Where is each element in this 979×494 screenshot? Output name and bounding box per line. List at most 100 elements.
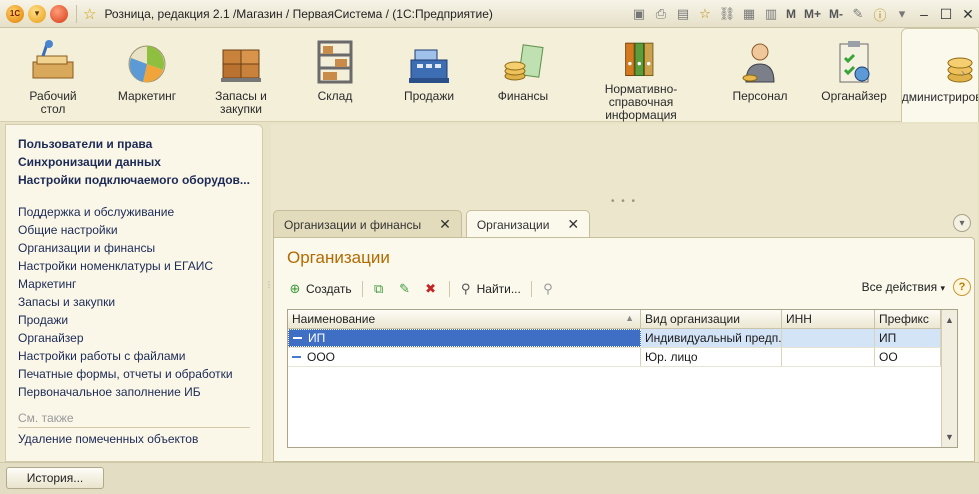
scroll-up-icon[interactable]: ▲ <box>942 312 957 328</box>
calculator-icon[interactable]: ▦ <box>739 4 759 24</box>
window-title: Розница, редакция 2.1 /Магазин / ПерваяС… <box>104 6 493 21</box>
close-icon[interactable]: ✕ <box>439 216 451 233</box>
organizations-table[interactable]: Наименование ▲ Вид организации ИНН Префи… <box>287 309 958 448</box>
save-icon[interactable]: ▣ <box>629 4 649 24</box>
print-icon[interactable]: ⎙ <box>651 4 671 24</box>
pie-chart-icon <box>128 45 166 83</box>
copy-button[interactable]: ⧉ <box>371 281 387 297</box>
minimize-button[interactable]: – <box>913 4 935 24</box>
calendar-icon[interactable]: ▥ <box>761 4 781 24</box>
person-icon <box>742 43 775 83</box>
column-header-name[interactable]: Наименование ▲ <box>288 310 641 328</box>
nav-item-equipment[interactable]: Настройки подключаемого оборудов... <box>18 171 250 189</box>
nav-item-marketing[interactable]: Маркетинг <box>18 275 250 293</box>
section-label: Персонал <box>732 89 788 103</box>
section-marketing[interactable]: Маркетинг <box>112 28 182 122</box>
section-label: Продажи <box>403 89 455 103</box>
table-row[interactable]: ИП Индивидуальный предп... ИП <box>288 329 957 348</box>
main-area: • • • Организации и финансы ✕ Организаци… <box>271 124 977 462</box>
desk-icon <box>32 40 74 79</box>
cancel-search-icon: ⚲ <box>543 281 553 296</box>
edit-button[interactable]: ✎ <box>397 281 413 297</box>
main-menu-icon[interactable]: ▾ <box>28 4 46 23</box>
section-inventory[interactable]: Запасы и закупки <box>205 28 277 122</box>
nav-item-files[interactable]: Настройки работы с файлами <box>18 347 250 365</box>
nav-item-nomenclature[interactable]: Настройки номенклатуры и ЕГАИС <box>18 257 250 275</box>
all-actions-menu[interactable]: Все действия ▾ <box>862 280 945 294</box>
info-icon[interactable]: ⓘ <box>870 4 890 24</box>
separator <box>530 281 532 297</box>
table-row[interactable]: ООО Юр. лицо ОО <box>288 348 957 367</box>
nav-item-general-settings[interactable]: Общие настройки <box>18 221 250 239</box>
memory-plus-button[interactable]: M+ <box>804 7 821 21</box>
record-icon[interactable] <box>50 4 68 23</box>
vertical-scrollbar[interactable]: ▲ ▼ <box>941 310 957 447</box>
panel-splitter[interactable]: ⋮ <box>265 280 273 289</box>
add-favorite-icon[interactable]: ☆ <box>695 4 715 24</box>
nav-item-support[interactable]: Поддержка и обслуживание <box>18 203 250 221</box>
create-button[interactable]: ⊕ Создать <box>287 281 352 297</box>
maximize-button[interactable]: ☐ <box>935 4 957 24</box>
find-button[interactable]: ⚲ Найти... <box>458 281 521 297</box>
memory-m-button[interactable]: M <box>786 7 796 21</box>
tools-icon[interactable]: ✎ <box>848 4 868 24</box>
tab-label: Организации и финансы <box>284 217 422 232</box>
section-label: Маркетинг <box>117 89 177 103</box>
nav-item-data-sync[interactable]: Синхронизации данных <box>18 153 250 171</box>
find-label: Найти... <box>476 282 521 296</box>
nav-item-orgs-finance[interactable]: Организации и финансы <box>18 239 250 257</box>
cell-name: ИП <box>288 329 641 347</box>
close-button[interactable]: ✕ <box>957 4 979 24</box>
section-label: Запасы и закупки <box>215 89 267 116</box>
section-label: Финансы <box>497 89 549 103</box>
section-label: Органайзер <box>821 89 887 103</box>
nav-item-sales[interactable]: Продажи <box>18 311 250 329</box>
tab-organizations[interactable]: Организации ✕ <box>465 210 591 238</box>
section-warehouse[interactable]: Склад <box>300 28 370 122</box>
nav-item-organizer[interactable]: Органайзер <box>18 329 250 347</box>
tab-label: Организации <box>476 217 550 232</box>
history-button[interactable]: История... <box>6 467 104 489</box>
tab-orgs-finance[interactable]: Организации и финансы ✕ <box>273 210 462 238</box>
scroll-down-icon[interactable]: ▼ <box>942 429 957 445</box>
chevron-right-icon[interactable]: › <box>961 66 975 84</box>
column-header-kind[interactable]: Вид организации <box>641 310 782 328</box>
cancel-search-button[interactable]: ⚲ <box>540 281 556 297</box>
chevron-down-icon[interactable]: ▾ <box>953 214 971 232</box>
table-header: Наименование ▲ Вид организации ИНН Префи… <box>288 310 957 329</box>
item-icon <box>292 356 301 358</box>
link-icon[interactable]: ⛓ <box>717 4 737 24</box>
separator <box>76 4 77 23</box>
cell-prefix: ИП <box>875 329 941 347</box>
help-button[interactable]: ? <box>953 278 971 296</box>
favorites-star-icon[interactable]: ☆ <box>83 5 96 23</box>
preview-icon[interactable]: ▤ <box>673 4 693 24</box>
memory-minus-button[interactable]: M- <box>829 7 843 21</box>
app-logo-icon[interactable]: 1C <box>6 4 24 23</box>
see-also-heading: См. также <box>18 409 250 428</box>
nav-item-inventory[interactable]: Запасы и закупки <box>18 293 250 311</box>
column-header-inn[interactable]: ИНН <box>782 310 875 328</box>
pencil-icon: ✎ <box>399 281 411 296</box>
section-reference-info[interactable]: Нормативно-справочная информация <box>574 28 708 122</box>
section-organizer[interactable]: Органайзер <box>819 28 889 122</box>
chevron-down-icon[interactable]: ▾ <box>892 4 912 24</box>
separator <box>448 281 450 297</box>
section-finance[interactable]: Финансы <box>488 28 558 122</box>
section-personnel[interactable]: Персонал <box>725 28 795 122</box>
mark-delete-button[interactable]: ✖ <box>423 281 439 297</box>
resize-handle[interactable]: • • • <box>611 196 637 207</box>
nav-item-users-rights[interactable]: Пользователи и права <box>18 135 250 153</box>
nav-item-initial-fill[interactable]: Первоначальное заполнение ИБ <box>18 383 250 401</box>
plus-circle-icon: ⊕ <box>289 281 301 296</box>
cell-prefix: ОО <box>875 348 941 366</box>
section-desktop[interactable]: Рабочий стол <box>18 28 88 122</box>
column-header-prefix[interactable]: Префикс <box>875 310 941 328</box>
close-icon[interactable]: ✕ <box>567 216 579 233</box>
form-content: Организации ⊕ Создать ⧉ ✎ ✖ ⚲ Найти... ⚲… <box>273 237 975 462</box>
nav-item-delete-marked[interactable]: Удаление помеченных объектов <box>18 430 250 448</box>
section-sales[interactable]: Продажи <box>394 28 464 122</box>
page-title: Организации <box>287 248 390 267</box>
nav-item-print-forms[interactable]: Печатные формы, отчеты и обработки <box>18 365 250 383</box>
